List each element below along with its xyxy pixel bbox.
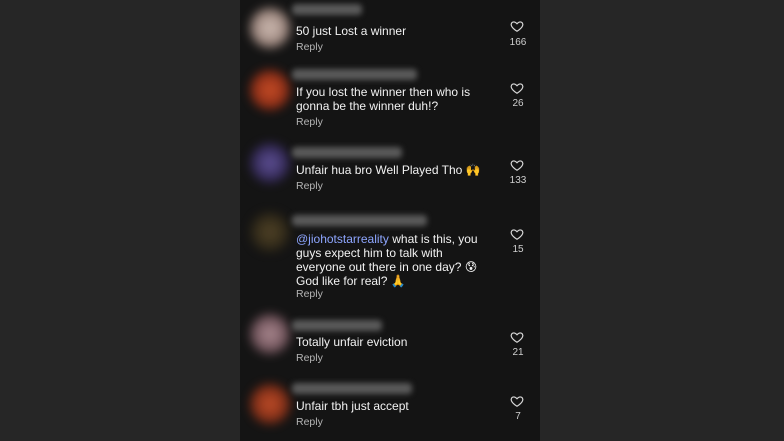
avatar[interactable] [250, 212, 290, 252]
username-blurred[interactable] [292, 4, 362, 15]
username-blurred[interactable] [292, 147, 402, 158]
avatar[interactable] [250, 8, 290, 48]
reply-button[interactable]: Reply [296, 116, 323, 128]
username-blurred[interactable] [292, 320, 382, 331]
heart-icon[interactable] [510, 19, 524, 33]
heart-icon[interactable] [510, 158, 524, 172]
reply-button[interactable]: Reply [296, 41, 323, 53]
comment-text: Unfair hua bro Well Played Tho 🙌 [296, 163, 481, 177]
heart-icon[interactable] [510, 330, 524, 344]
mention-link[interactable]: @jiohotstarreality [296, 232, 389, 246]
like-count: 133 [509, 175, 527, 186]
comment-text: 50 just Lost a winner [296, 24, 407, 38]
heart-icon[interactable] [510, 227, 524, 241]
username-blurred[interactable] [292, 69, 417, 80]
like-count: 26 [512, 98, 524, 109]
avatar[interactable] [250, 70, 290, 110]
comment-text: Totally unfair eviction [296, 335, 408, 349]
avatar[interactable] [250, 143, 290, 183]
reply-button[interactable]: Reply [296, 180, 323, 192]
comment-text: @jiohotstarreality what is this, you guy… [296, 232, 486, 288]
reply-button[interactable]: Reply [296, 352, 323, 364]
comment-text: If you lost the winner then who is gonna… [296, 85, 471, 113]
comments-panel: 50 just Lost a winner Reply 166 If you l… [240, 0, 540, 441]
like-count: 166 [509, 37, 527, 48]
avatar[interactable] [250, 314, 290, 354]
comment-text: Unfair tbh just accept [296, 399, 409, 413]
like-count: 7 [515, 411, 521, 422]
username-blurred[interactable] [292, 215, 427, 226]
avatar[interactable] [250, 384, 290, 424]
heart-icon[interactable] [510, 81, 524, 95]
username-blurred[interactable] [292, 383, 412, 394]
reply-button[interactable]: Reply [296, 416, 323, 428]
like-count: 15 [512, 244, 524, 255]
reply-button[interactable]: Reply [296, 288, 323, 300]
like-count: 21 [512, 347, 524, 358]
heart-icon[interactable] [510, 394, 524, 408]
